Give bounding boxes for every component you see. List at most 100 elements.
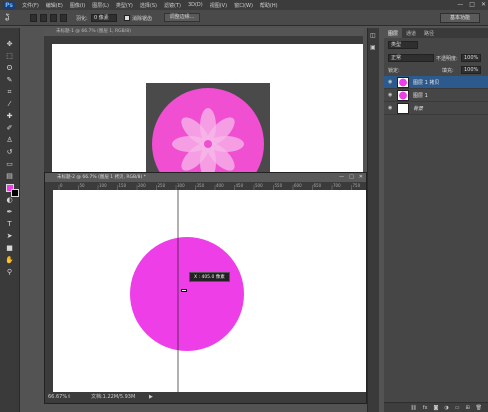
antialias-checkbox[interactable]: [124, 15, 130, 21]
menu-window[interactable]: 窗口(W): [234, 2, 253, 9]
link-layers-icon[interactable]: ⛓: [410, 405, 416, 411]
add-selection-icon[interactable]: [40, 14, 47, 22]
delete-layer-icon[interactable]: 🗑: [476, 405, 482, 411]
document-title-front[interactable]: 未标题-2 @ 66.7% (图层 1 拷贝, RGB/8) *: [45, 173, 366, 182]
layer-thumbnail: [397, 103, 409, 114]
workspace-switcher-button[interactable]: 基本功能: [440, 13, 480, 23]
flower-app-icon: [146, 83, 270, 200]
ruler-tick-label: 50: [80, 183, 86, 188]
brush-icon[interactable]: ✐: [5, 124, 14, 133]
lasso-tool-preset-icon[interactable]: ຽ: [5, 13, 15, 22]
eyedropper-icon[interactable]: ⁄: [5, 100, 14, 109]
layer-thumbnail: [397, 90, 409, 101]
doc-maximize-icon[interactable]: □: [349, 174, 354, 180]
maximize-icon[interactable]: □: [469, 1, 475, 8]
menu-help[interactable]: 帮助(H): [260, 2, 278, 9]
menu-type[interactable]: 类型(Y): [116, 2, 133, 9]
background-color-swatch[interactable]: [11, 189, 19, 197]
new-selection-icon[interactable]: [30, 14, 37, 22]
menu-image[interactable]: 图像(I): [70, 2, 85, 9]
ruler-tick-label: 150: [119, 183, 127, 188]
zoom-icon[interactable]: ⚲: [5, 268, 14, 277]
panel-history-icon[interactable]: ◫: [370, 32, 378, 40]
ruler-tick-label: 100: [99, 183, 107, 188]
visibility-eye-icon[interactable]: ◉: [388, 93, 393, 98]
doc-info[interactable]: 文档:1.22M/5.93M: [91, 392, 135, 403]
ruler-tick-label: 200: [138, 183, 146, 188]
dodge-icon[interactable]: ◐: [5, 196, 14, 205]
panel-properties-icon[interactable]: ▣: [370, 44, 378, 52]
menu-filter[interactable]: 滤镜(T): [164, 2, 181, 9]
stamp-icon[interactable]: ♙: [5, 136, 14, 145]
visibility-eye-icon[interactable]: ◉: [388, 106, 393, 111]
lasso-icon[interactable]: ʘ: [5, 64, 14, 73]
layer-thumbnail: [397, 77, 409, 88]
ruler-tick-label: 500: [255, 183, 263, 188]
visibility-eye-icon[interactable]: ◉: [388, 80, 393, 85]
new-layer-icon[interactable]: ⊞: [465, 405, 469, 411]
minimize-icon[interactable]: —: [457, 1, 463, 8]
gradient-icon[interactable]: ▤: [5, 172, 14, 181]
ruler-horizontal-front: 0 50 100 150 200 250 300 350 400 450 500 550 600 650 7…: [53, 182, 366, 190]
ruler-tick-label: 350: [197, 183, 205, 188]
move-icon[interactable]: ✥: [5, 40, 14, 49]
document-window-front[interactable]: 未标题-2 @ 66.7% (图层 1 拷贝, RGB/8) * — □ ✕ 0…: [44, 172, 367, 404]
intersect-selection-icon[interactable]: [60, 14, 67, 22]
flower-center: [204, 140, 212, 148]
adjustment-layer-icon[interactable]: ◑: [444, 405, 448, 411]
blend-mode-select[interactable]: 正常: [388, 54, 434, 62]
quick-select-icon[interactable]: ✎: [5, 76, 14, 85]
doc-close-icon[interactable]: ✕: [359, 174, 363, 180]
subtract-selection-icon[interactable]: [50, 14, 57, 22]
layer-style-icon[interactable]: fx: [423, 405, 428, 411]
eraser-icon[interactable]: ▭: [5, 160, 14, 169]
menu-select[interactable]: 选择(S): [140, 2, 157, 9]
menu-3d[interactable]: 3D(D): [188, 2, 203, 8]
document-window-back[interactable]: 未标题-1 @ 66.7% (图层 1, RGB/8): [44, 28, 363, 200]
menu-layer[interactable]: 图层(L): [92, 2, 109, 9]
marquee-icon[interactable]: ⬚: [5, 52, 14, 61]
new-group-icon[interactable]: ▭: [455, 405, 460, 411]
doc-minimize-icon[interactable]: —: [339, 174, 344, 180]
menu-file[interactable]: 文件(F): [22, 2, 39, 9]
shape-icon[interactable]: ■: [5, 244, 14, 253]
layer-name: 图层 1: [413, 93, 428, 99]
canvas-front[interactable]: X : 405.0 像素: [53, 190, 366, 393]
layer-name: 图层 1 拷贝: [413, 80, 440, 86]
menu-edit[interactable]: 编辑(E): [46, 2, 63, 9]
tab-paths[interactable]: 路径: [420, 28, 438, 38]
layers-panel: 图层 通道 路径 类型 正常 不透明度: 100% 锁定: 填充: 100% ◉…: [384, 28, 488, 412]
feather-input[interactable]: 0 像素: [91, 14, 117, 22]
layer-row[interactable]: ◉ 图层 1: [384, 89, 488, 102]
canvas-back[interactable]: [52, 44, 363, 200]
zoom-level[interactable]: 66.67%: [48, 392, 67, 403]
window-controls: — □ ✕: [457, 1, 486, 8]
healing-icon[interactable]: ✚: [5, 112, 14, 121]
document-title-back[interactable]: 未标题-1 @ 66.7% (图层 1, RGB/8): [44, 28, 363, 36]
add-mask-icon[interactable]: ◙: [433, 405, 438, 411]
layer-filter-select[interactable]: 类型: [388, 41, 418, 49]
status-bar: 66.67% ⇪ 文档:1.22M/5.93M ▶: [45, 392, 366, 403]
tab-channels[interactable]: 通道: [402, 28, 420, 38]
hand-icon[interactable]: ✋: [5, 256, 14, 265]
canvas-drawing: [130, 190, 244, 393]
refine-edge-button[interactable]: 调整边缘...: [164, 13, 200, 22]
pen-icon[interactable]: ✒: [5, 208, 14, 217]
collapsed-panel-strip: ◫ ▣: [367, 28, 379, 412]
photoshop-window: Ps 文件(F) 编辑(E) 图像(I) 图层(L) 类型(Y) 选择(S) 滤…: [0, 0, 488, 412]
fill-input[interactable]: 100%: [461, 66, 481, 74]
path-select-icon[interactable]: ➤: [5, 232, 14, 241]
close-icon[interactable]: ✕: [481, 1, 486, 8]
layer-row[interactable]: ◉ 背景: [384, 102, 488, 115]
share-icon[interactable]: ⇪: [67, 392, 71, 403]
ruler-tick-label: 450: [236, 183, 244, 188]
status-arrow-icon[interactable]: ▶: [149, 392, 153, 403]
type-icon[interactable]: T: [5, 220, 14, 229]
history-brush-icon[interactable]: ↺: [5, 148, 14, 157]
crop-icon[interactable]: ⌗: [5, 88, 14, 97]
ruler-vertical-back: [44, 36, 52, 176]
tab-layers[interactable]: 图层: [384, 28, 403, 38]
opacity-input[interactable]: 100%: [461, 54, 481, 62]
layer-row[interactable]: ◉ 图层 1 拷贝: [384, 76, 488, 89]
menu-view[interactable]: 视图(V): [210, 2, 227, 9]
